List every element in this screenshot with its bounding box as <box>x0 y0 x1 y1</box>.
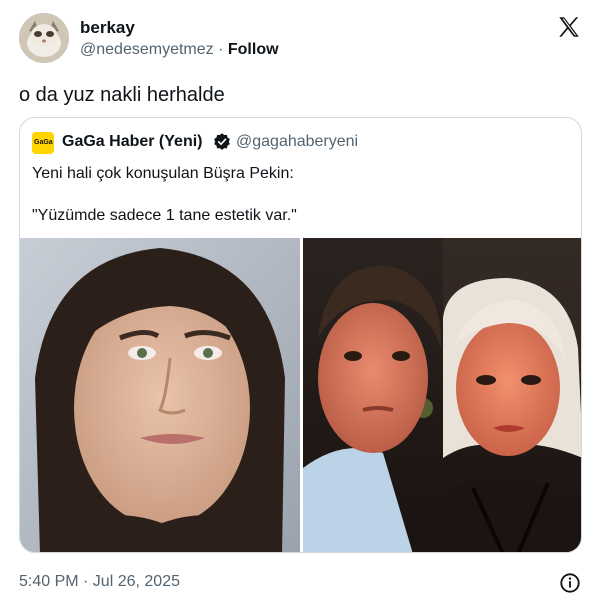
couple-photo-after <box>303 238 581 552</box>
follow-button[interactable]: Follow <box>228 41 279 58</box>
gaga-logo: GaGa <box>32 132 54 154</box>
quoted-photo-left[interactable] <box>20 238 300 552</box>
tweet-timestamp[interactable]: 5:40 PM · Jul 26, 2025 <box>19 573 180 591</box>
portrait-photo-before <box>20 238 300 552</box>
author-handle[interactable]: @nedesemyetmez <box>80 41 214 58</box>
gaga-logo-text: GaGa <box>34 139 53 146</box>
quoted-photo-right[interactable] <box>303 238 581 552</box>
avatar-image <box>19 13 69 63</box>
quoted-tweet-card[interactable]: GaGa GaGa Haber (Yeni) @gagahaberyeni Ye… <box>19 117 582 553</box>
author-handle-row: @nedesemyetmez · Follow <box>80 41 279 59</box>
verified-badge-icon <box>214 133 230 150</box>
quoted-author-handle: @gagahaberyeni <box>236 133 359 150</box>
x-logo-icon[interactable] <box>556 14 582 40</box>
quoted-text-line1: Yeni hali çok konuşulan Büşra Pekin: <box>32 165 294 182</box>
separator-dot: · <box>218 41 224 58</box>
author-name[interactable]: berkay <box>80 18 135 38</box>
quoted-text-line2: "Yüzümde sadece 1 tane estetik var." <box>32 207 297 224</box>
quoted-author-name: GaGa Haber (Yeni) <box>62 133 203 150</box>
avatar[interactable] <box>19 13 69 63</box>
tweet-text: o da yuz nakli herhalde <box>19 84 225 106</box>
info-icon[interactable] <box>559 572 581 594</box>
